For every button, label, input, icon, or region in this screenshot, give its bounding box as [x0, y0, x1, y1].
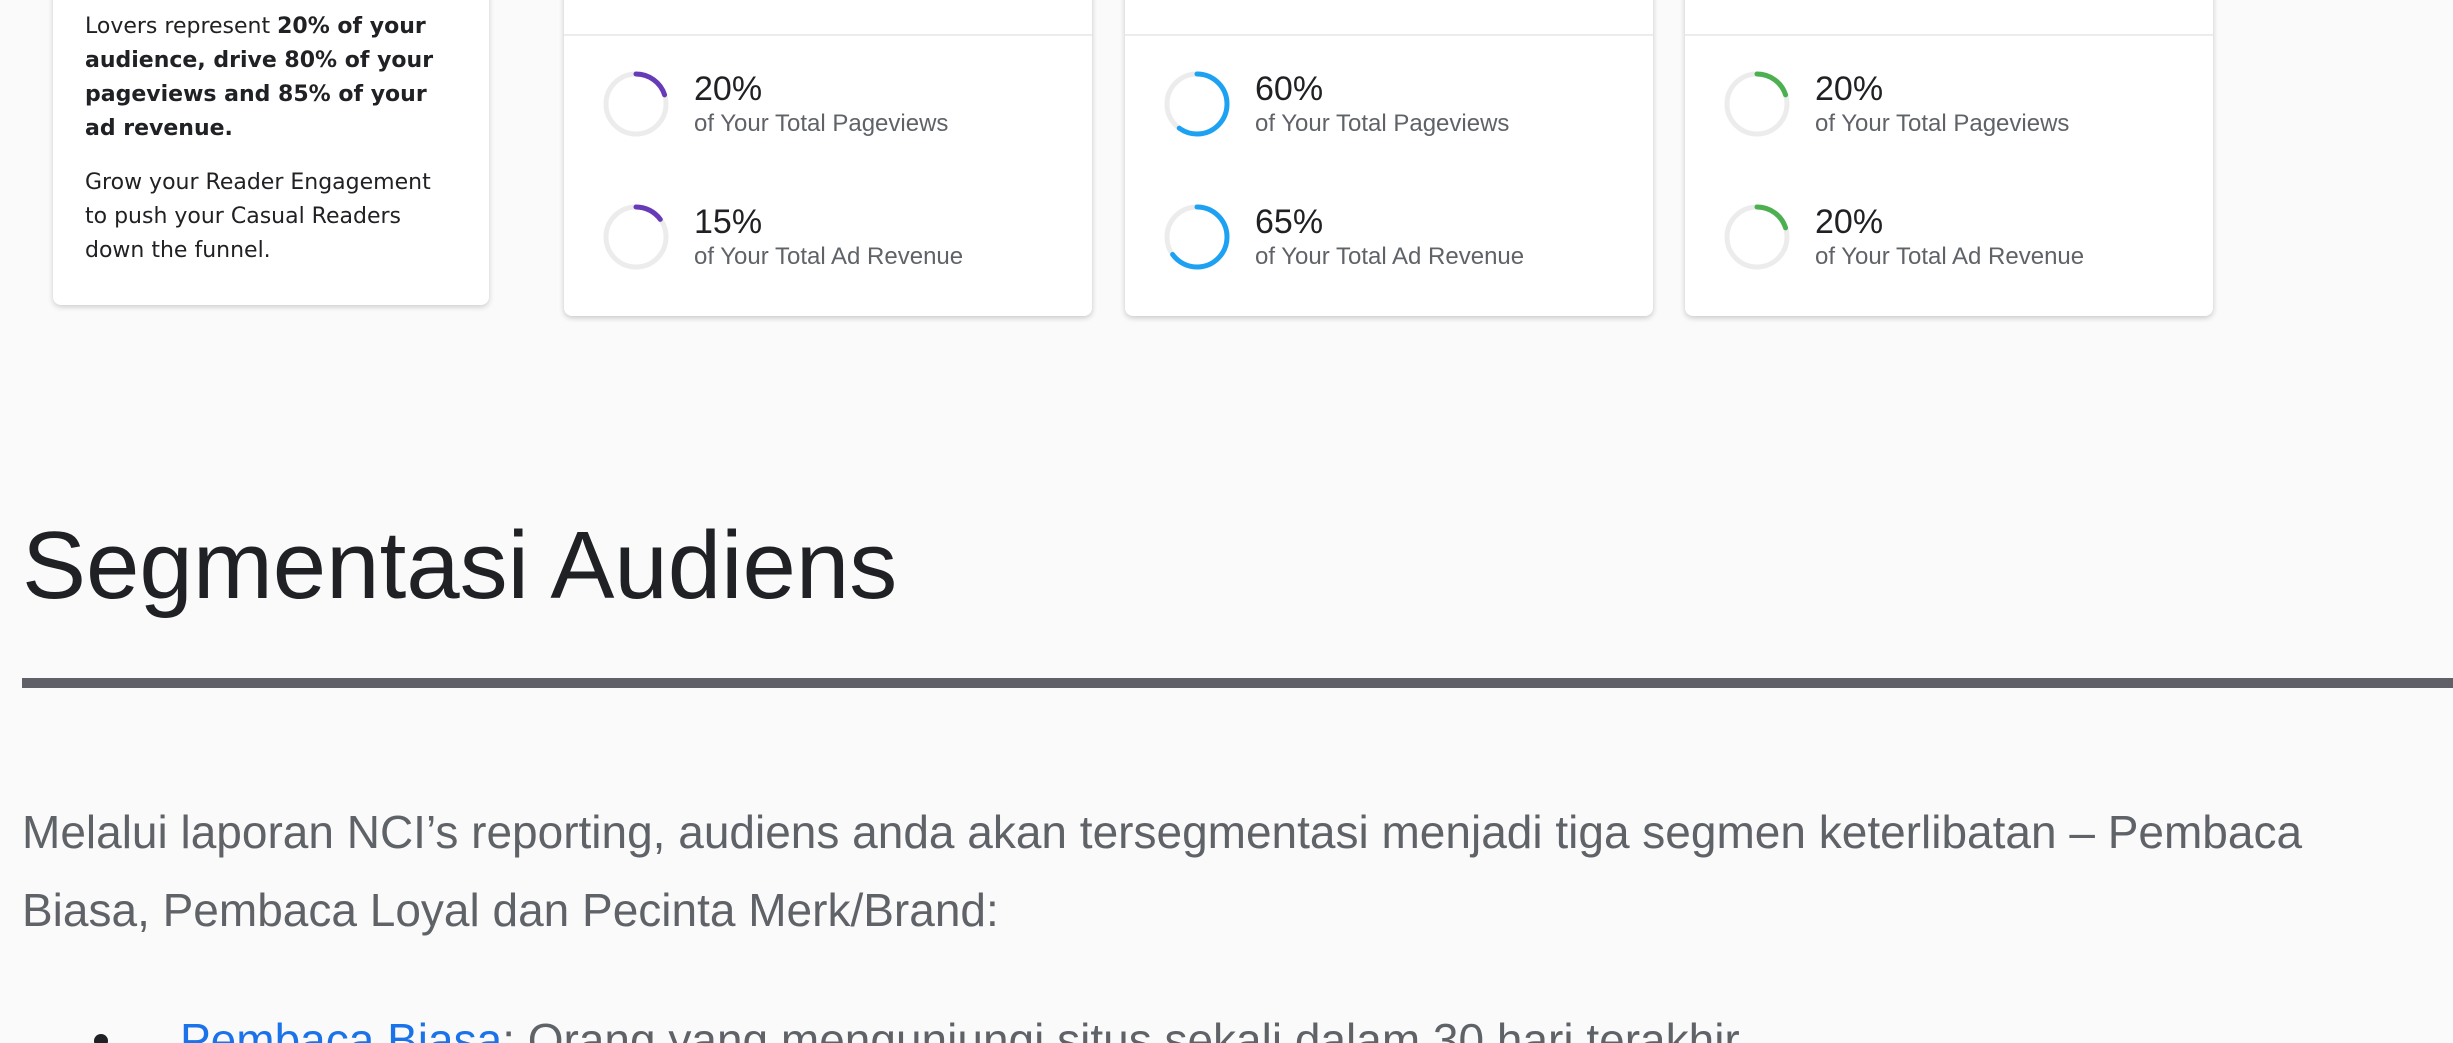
intro-summary: Lovers represent 20% of your audience, d… — [85, 10, 457, 146]
stat-label: of Your Total Pageviews — [694, 110, 949, 137]
stat-row-revenue: 15% of Your Total Ad Revenue — [600, 201, 963, 273]
stat-label: of Your Total Ad Revenue — [1255, 243, 1525, 270]
list-item: Pembaca Biasa: Orang yang mengunjungi si… — [94, 1010, 1740, 1043]
segment-description: : Orang yang mengunjungi situs sekali da… — [502, 1014, 1740, 1043]
intro-card: Lovers represent 20% of your audience, d… — [53, 0, 489, 305]
stat-row-revenue: 20% of Your Total Ad Revenue — [1721, 201, 2084, 273]
stat-card-casual: 20% of Your Total Pageviews 15% of Your … — [564, 0, 1092, 316]
stat-label: of Your Total Ad Revenue — [694, 243, 964, 270]
progress-ring-icon — [1724, 204, 1790, 270]
page: Lovers represent 20% of your audience, d… — [0, 0, 2453, 1043]
stat-percent: 60% — [1255, 70, 1324, 108]
stat-percent: 20% — [1815, 70, 1884, 108]
card-divider — [1125, 34, 1653, 36]
bullet-icon — [94, 1034, 108, 1043]
intro-summary-prefix: Lovers represent — [85, 14, 278, 39]
stat-label: of Your Total Pageviews — [1815, 110, 2070, 137]
progress-ring-icon — [1164, 71, 1230, 137]
progress-ring-icon — [603, 204, 669, 270]
progress-ring-icon — [1724, 71, 1790, 137]
stat-label: of Your Total Ad Revenue — [1815, 243, 2085, 270]
stat-percent: 20% — [1815, 203, 1884, 241]
progress-ring-icon — [1164, 204, 1230, 270]
stat-row-pageviews: 60% of Your Total Pageviews — [1161, 68, 1509, 140]
progress-ring-icon — [603, 71, 669, 137]
stat-card-brand: 20% of Your Total Pageviews 20% of Your … — [1685, 0, 2213, 316]
section-divider — [22, 678, 2453, 688]
intro-advice: Grow your Reader Engagement to push your… — [85, 170, 431, 263]
card-divider — [564, 34, 1092, 36]
section-paragraph: Melalui laporan NCI’s reporting, audiens… — [22, 806, 2303, 936]
card-divider — [1685, 34, 2213, 36]
stat-label: of Your Total Pageviews — [1255, 110, 1510, 137]
stat-row-revenue: 65% of Your Total Ad Revenue — [1161, 201, 1524, 273]
stat-percent: 20% — [694, 70, 763, 108]
stat-percent: 15% — [694, 203, 763, 241]
section-title: Segmentasi Audiens — [22, 512, 898, 619]
segment-link-casual[interactable]: Pembaca Biasa — [180, 1014, 502, 1043]
stat-percent: 65% — [1255, 203, 1324, 241]
stat-row-pageviews: 20% of Your Total Pageviews — [600, 68, 948, 140]
stat-card-loyal: 60% of Your Total Pageviews 65% of Your … — [1125, 0, 1653, 316]
stat-row-pageviews: 20% of Your Total Pageviews — [1721, 68, 2069, 140]
